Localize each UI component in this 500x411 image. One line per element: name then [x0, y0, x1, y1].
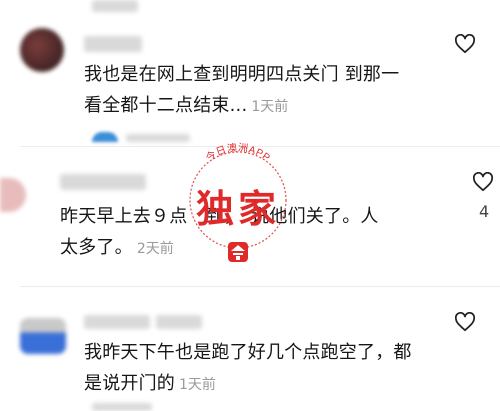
- avatar[interactable]: [0, 178, 26, 212]
- avatar-partial-top: [92, 0, 138, 12]
- comment-text: 我也是在网上查到明明四点关门 到那一 看全都十二点结束... 1天前: [84, 59, 399, 123]
- divider: [20, 286, 500, 287]
- divider: [20, 146, 500, 147]
- comment-line-1: 我也是在网上查到明明四点关门 到那一: [84, 64, 400, 85]
- username[interactable]: [84, 315, 150, 329]
- comment-timestamp: 1天前: [179, 377, 216, 393]
- username[interactable]: [84, 36, 142, 52]
- comment-line-1: 我昨天下午也是跑了好几个点跑空了，都: [84, 342, 412, 363]
- username[interactable]: [60, 174, 146, 190]
- like-count: 4: [479, 202, 490, 221]
- comment-text: 昨天早上去９点 到， 说他们关了。人 太多了。 2天前: [60, 201, 379, 265]
- comment-line-2: 太多了。: [60, 237, 133, 258]
- comment-timestamp: 1天前: [251, 99, 289, 115]
- comment-timestamp: 2天前: [136, 241, 174, 257]
- avatar[interactable]: [20, 318, 66, 354]
- reply-avatar-partial: [92, 403, 152, 411]
- watermark-brand-text: 今日澳洲APP: [203, 141, 272, 164]
- comment-text: 我昨天下午也是跑了好几个点跑空了，都 是说开门的 1天前: [84, 337, 412, 401]
- comment-line-1: 昨天早上去９点 到， 说他们关了。人: [60, 206, 379, 227]
- username[interactable]: [156, 315, 202, 329]
- comment-line-2: 是说开门的: [84, 373, 175, 394]
- avatar[interactable]: [20, 28, 64, 72]
- heart-outline-icon[interactable]: [454, 34, 476, 54]
- comment-line-2: 看全都十二点结束...: [84, 95, 248, 116]
- reply-avatar-partial: [92, 132, 118, 142]
- reply-name-partial: [126, 134, 190, 142]
- heart-outline-icon[interactable]: [454, 312, 476, 332]
- heart-outline-icon[interactable]: [472, 172, 494, 192]
